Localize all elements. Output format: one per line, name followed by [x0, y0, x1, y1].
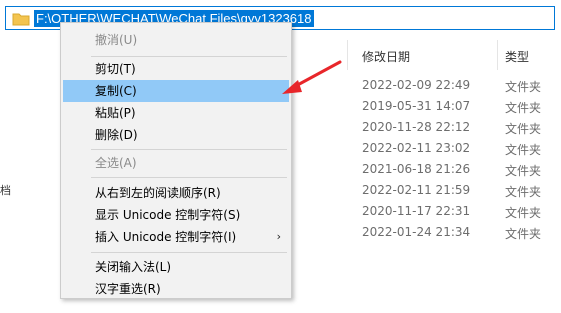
- menu-item-select-all: 全选(A): [95, 156, 137, 170]
- menu-item-paste[interactable]: 粘贴(P): [63, 102, 289, 124]
- column-header-type[interactable]: 类型: [505, 48, 529, 65]
- menu-item-copy[interactable]: 复制(C): [63, 80, 289, 102]
- chevron-right-icon: ›: [276, 230, 281, 243]
- menu-item-insert-unicode-label: 插入 Unicode 控制字符(I): [95, 230, 237, 244]
- menu-item-close-ime[interactable]: 关闭输入法(L): [63, 256, 289, 278]
- context-menu: 撤消(U) 剪切(T) 复制(C) 粘贴(P) 删除(D) 全选(A) 从右到左…: [60, 22, 292, 299]
- folder-icon: [12, 13, 30, 26]
- menu-separator: [91, 252, 287, 253]
- menu-item-undo: 撤消(U): [95, 33, 138, 47]
- menu-separator: [91, 177, 287, 178]
- row-date: 2022-02-09 22:49: [362, 78, 471, 92]
- nav-pane-label-fragment: 档: [0, 184, 11, 197]
- row-date: 2022-01-24 21:34: [362, 225, 471, 239]
- row-date: 2022-02-11 21:59: [362, 183, 471, 197]
- row-type: 文件夹: [505, 164, 542, 178]
- menu-item-cut[interactable]: 剪切(T): [63, 58, 289, 80]
- row-date: 2022-02-11 23:02: [362, 141, 471, 155]
- menu-item-delete[interactable]: 删除(D): [63, 124, 289, 146]
- row-type: 文件夹: [505, 143, 542, 157]
- menu-item-show-unicode[interactable]: 显示 Unicode 控制字符(S): [63, 204, 289, 226]
- row-type: 文件夹: [505, 227, 542, 241]
- menu-separator: [91, 149, 287, 150]
- row-type: 文件夹: [505, 185, 542, 199]
- row-type: 文件夹: [505, 80, 542, 94]
- row-date: 2020-11-17 22:31: [362, 204, 471, 218]
- menu-item-reconvert[interactable]: 汉字重选(R): [63, 278, 289, 300]
- row-type: 文件夹: [505, 206, 542, 220]
- row-type: 文件夹: [505, 122, 542, 136]
- annotation-arrow-icon: [282, 60, 342, 94]
- column-separator[interactable]: [497, 40, 498, 70]
- menu-separator: [91, 56, 287, 57]
- menu-item-rtl-reading-order[interactable]: 从右到左的阅读顺序(R): [63, 182, 289, 204]
- row-date: 2019-05-31 14:07: [362, 99, 471, 113]
- menu-item-insert-unicode[interactable]: 插入 Unicode 控制字符(I) ›: [63, 226, 289, 248]
- row-type: 文件夹: [505, 101, 542, 115]
- column-header-date[interactable]: 修改日期: [362, 48, 410, 65]
- row-date: 2021-06-18 21:26: [362, 162, 471, 176]
- row-date: 2020-11-28 22:12: [362, 120, 471, 134]
